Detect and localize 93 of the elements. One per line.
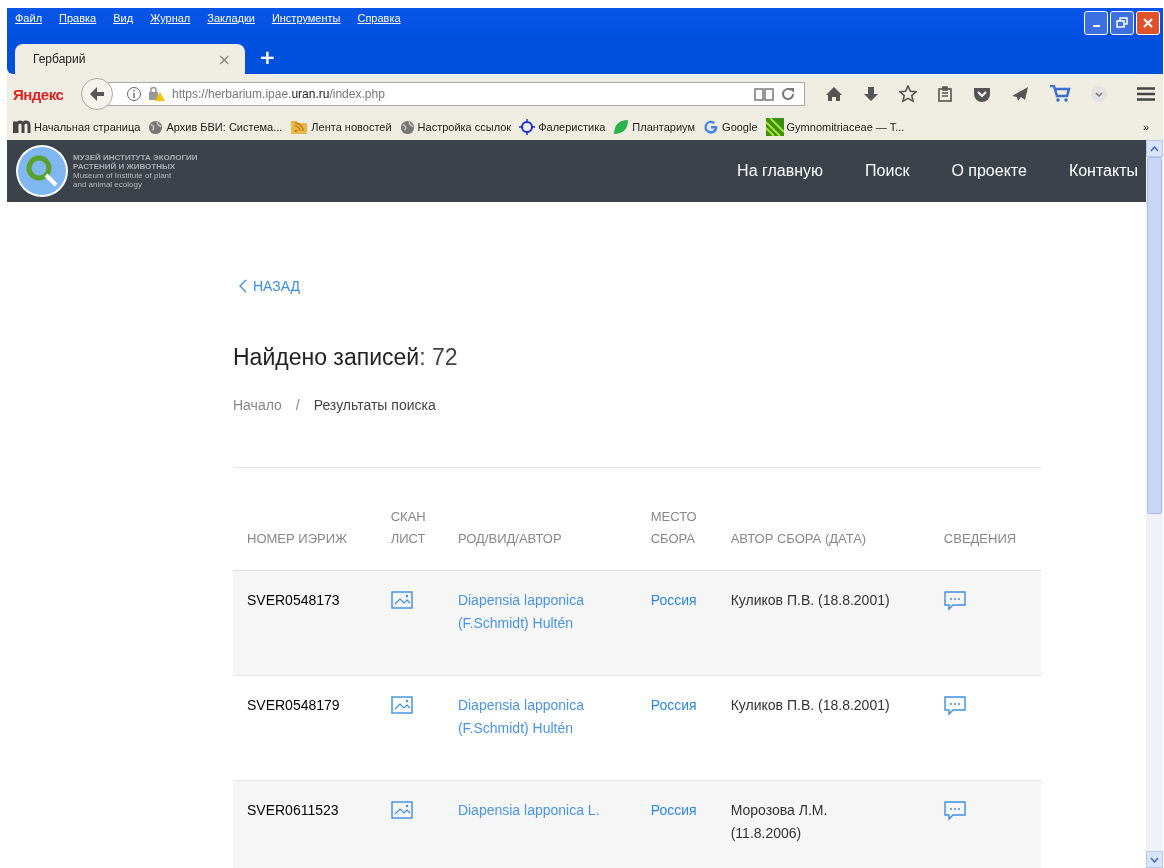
restore-button[interactable]	[1110, 11, 1134, 35]
record-id: SVER0548179	[247, 697, 340, 713]
menu-item[interactable]: Закладки	[207, 12, 255, 24]
place-link[interactable]: Россия	[650, 697, 697, 713]
scroll-thumb[interactable]	[1147, 157, 1162, 514]
minimize-icon	[1092, 25, 1100, 27]
breadcrumb-separator: /	[295, 397, 300, 413]
arrow-left-icon	[88, 86, 106, 102]
column-header: АВТОР СБОРА (ДАТА)	[716, 498, 930, 571]
image-icon[interactable]	[390, 696, 413, 714]
column-header: МЕСТО СБОРА	[636, 498, 717, 571]
menu-icon[interactable]	[1137, 87, 1155, 101]
globe-icon	[148, 119, 164, 135]
breadcrumb-item[interactable]: Начало	[233, 397, 282, 413]
bookmark-item[interactable]: Начальная страница	[13, 120, 141, 134]
chevron-left-icon[interactable]	[239, 279, 247, 293]
menu-item[interactable]: Справка	[357, 12, 401, 24]
globe-icon	[399, 119, 415, 135]
bookmark-item[interactable]: Google	[703, 119, 758, 135]
menu-item[interactable]: Инструменты	[271, 12, 341, 24]
taxon-link[interactable]: Diapensia lapponica (F.Schmidt) Hultén	[457, 694, 629, 740]
close-button[interactable]	[1136, 11, 1160, 35]
comment-icon[interactable]	[943, 801, 966, 821]
bookmark-item[interactable]: Gymnomitriaceae — T...	[765, 118, 905, 136]
lock-warning-icon[interactable]	[148, 86, 166, 102]
image-icon[interactable]	[390, 801, 413, 819]
minimize-button[interactable]	[1084, 11, 1108, 35]
clipboard-icon[interactable]	[937, 86, 953, 102]
back-link[interactable]: НАЗАД	[253, 278, 301, 294]
museum-title: МУЗЕЙ ИНСТИТУТА ЭКОЛОГИИ	[73, 153, 198, 162]
place-link[interactable]: Россия	[650, 802, 697, 818]
reload-icon[interactable]	[780, 86, 796, 102]
brand-logo[interactable]: Яндекс	[13, 85, 75, 103]
home-icon[interactable]	[825, 86, 843, 102]
crosshair-icon	[519, 119, 536, 135]
place-link[interactable]: Россия	[650, 592, 697, 608]
results-count: : 72	[419, 344, 458, 370]
scroll-up-button[interactable]	[1146, 140, 1163, 157]
caret-up-icon	[1150, 145, 1159, 152]
restore-icon	[1116, 17, 1128, 29]
menu-item[interactable]: Журнал	[150, 12, 191, 24]
results-heading: Найдено записей	[233, 344, 420, 370]
info-icon[interactable]	[126, 86, 142, 102]
letter-m-icon	[13, 120, 31, 134]
download-icon[interactable]	[863, 86, 879, 102]
museum-subtitle: Museum of Institute of plant	[73, 171, 173, 180]
record-id: SVER0548173	[247, 592, 340, 608]
rss-folder-icon	[290, 119, 309, 135]
leaf-icon	[613, 119, 630, 135]
bookmark-item[interactable]: Фалеристика	[519, 119, 606, 135]
breadcrumb-item: Результаты поиска	[313, 397, 436, 413]
letter-g-icon	[703, 119, 720, 135]
shield-icon[interactable]	[973, 86, 991, 102]
magnifier-logo-icon[interactable]	[15, 144, 69, 198]
close-icon	[1142, 17, 1154, 29]
comment-icon[interactable]	[943, 696, 966, 716]
browser-tab[interactable]: Гербарий ×	[15, 44, 245, 74]
collector-text: Куликов П.В. (18.8.2001)	[730, 592, 890, 608]
moss-icon	[765, 118, 784, 136]
column-header: РОД/ВИД/АВТОР	[443, 498, 637, 571]
image-icon[interactable]	[390, 591, 413, 609]
scroll-down-button[interactable]	[1146, 851, 1163, 868]
bookmark-item[interactable]: Лента новостей	[290, 119, 392, 135]
bookmark-item[interactable]: Архив БВИ: Система...	[148, 119, 283, 135]
nav-link[interactable]: На главную	[737, 162, 824, 180]
cart-icon[interactable]	[1049, 85, 1071, 103]
menu-item[interactable]: Вид	[113, 12, 134, 24]
reader-view-icon[interactable]	[754, 86, 774, 102]
more-bookmarks-button[interactable]: »	[1142, 121, 1157, 133]
caret-down-icon	[1150, 856, 1159, 863]
museum-subtitle: and animal ecology	[73, 180, 143, 189]
address-bar[interactable]: https://herbarium.ipae.uran.ru/index.php	[105, 82, 805, 106]
collector-text: Морозова Л.М. (11.8.2006)	[730, 802, 828, 841]
bookmark-item[interactable]: Плантариум	[613, 119, 696, 135]
nav-link[interactable]: Поиск	[865, 162, 910, 180]
chevron-down-icon[interactable]	[1091, 86, 1107, 102]
new-tab-button[interactable]: +	[259, 45, 276, 69]
nav-link[interactable]: О проекте	[951, 162, 1027, 180]
collector-text: Куликов П.В. (18.8.2001)	[730, 697, 890, 713]
column-header: НОМЕР ИЭРИЖ	[233, 498, 377, 571]
url-text: https://herbarium.ipae.uran.ru/index.php	[172, 87, 386, 101]
comment-icon[interactable]	[943, 591, 966, 611]
back-button[interactable]	[81, 78, 113, 110]
menu-item[interactable]: Правка	[59, 12, 97, 24]
menu-item[interactable]: Файл	[15, 12, 43, 24]
nav-link[interactable]: Контакты	[1068, 162, 1138, 180]
column-header: СКАН ЛИСТ	[376, 498, 444, 571]
bookmark-item[interactable]: Настройка ссылок	[399, 119, 512, 135]
send-icon[interactable]	[1011, 86, 1029, 102]
star-icon[interactable]	[899, 85, 917, 103]
record-id: SVER0611523	[247, 802, 339, 818]
column-header: СВЕДЕНИЯ	[929, 498, 1041, 571]
museum-title: РАСТЕНИЙ И ЖИВОТНЫХ	[73, 162, 177, 171]
